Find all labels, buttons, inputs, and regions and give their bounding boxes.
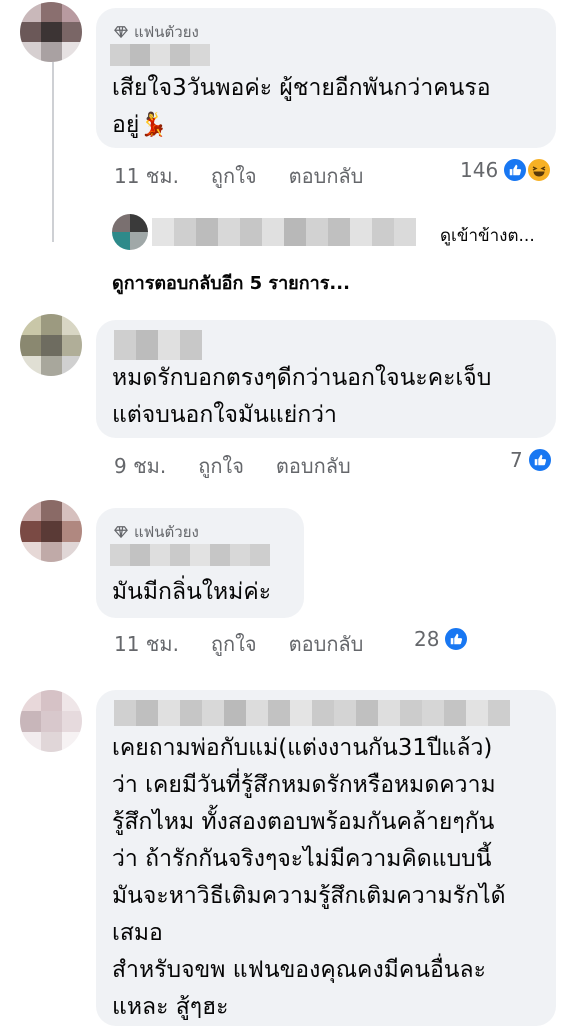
- comment-actions: 11 ชม. ถูกใจ ตอบกลับ: [114, 628, 363, 660]
- reply-name-blurred[interactable]: [152, 218, 416, 246]
- reaction-count: 7: [510, 448, 523, 472]
- comment-time[interactable]: 11 ชม.: [114, 160, 179, 192]
- commenter-name-blurred[interactable]: [114, 330, 202, 360]
- comment-actions: 9 ชม. ถูกใจ ตอบกลับ: [114, 450, 351, 482]
- like-button[interactable]: ถูกใจ: [211, 628, 257, 660]
- like-button[interactable]: ถูกใจ: [211, 160, 257, 192]
- top-fan-badge: แฟนตัวยง: [114, 520, 199, 544]
- commenter-name-blurred[interactable]: [110, 44, 210, 66]
- comment-actions: 11 ชม. ถูกใจ ตอบกลับ: [114, 160, 363, 192]
- view-more-replies-link[interactable]: ดูการตอบกลับอีก 5 รายการ...: [112, 268, 350, 297]
- avatar[interactable]: [20, 2, 82, 62]
- like-icon: [526, 447, 553, 473]
- like-button[interactable]: ถูกใจ: [198, 450, 244, 482]
- reply-preview[interactable]: ดูเข้าข้างต...: [440, 222, 535, 249]
- badge-label: แฟนตัวยง: [134, 523, 199, 541]
- reaction-summary[interactable]: 7: [510, 447, 553, 473]
- top-fan-badge: แฟนตัวยง: [114, 20, 199, 44]
- haha-icon: [526, 157, 553, 183]
- comment-time[interactable]: 9 ชม.: [114, 450, 166, 482]
- diamond-icon: [114, 526, 128, 539]
- commenter-name-blurred[interactable]: [114, 700, 510, 726]
- reaction-count: 146: [460, 158, 499, 182]
- like-icon: [443, 626, 470, 652]
- avatar[interactable]: [20, 690, 82, 752]
- diamond-icon: [114, 26, 128, 39]
- comment-text: มันมีกลิ่นใหม่ค่ะ: [112, 579, 272, 605]
- reply-preview-text: ดูเข้าข้างต...: [440, 226, 535, 246]
- commenter-name-blurred[interactable]: [110, 544, 270, 566]
- reply-avatar[interactable]: [112, 214, 148, 250]
- badge-label: แฟนตัวยง: [134, 23, 199, 41]
- reaction-summary[interactable]: 28: [414, 626, 470, 652]
- reaction-summary[interactable]: 146: [460, 157, 553, 183]
- comment-text: หมดรักบอกตรงๆดีกว่านอกใจนะคะเจ็บ แต่จบนอ…: [112, 365, 492, 428]
- avatar[interactable]: [20, 500, 82, 562]
- reply-button[interactable]: ตอบกลับ: [289, 628, 364, 660]
- reaction-count: 28: [414, 627, 440, 651]
- comment-time[interactable]: 11 ชม.: [114, 628, 179, 660]
- reply-button[interactable]: ตอบกลับ: [289, 160, 364, 192]
- comment-text: เสียใจ3วันพอค่ะ ผู้ชายอีกพันกว่าคนรอ อยู…: [112, 75, 491, 138]
- comment-text: เคยถามพ่อกับแม่(แต่งงานกัน31ปีแล้ว) ว่า …: [112, 735, 506, 1020]
- avatar[interactable]: [20, 314, 82, 376]
- like-icon: [502, 157, 529, 183]
- thread-line: [52, 62, 54, 242]
- reply-button[interactable]: ตอบกลับ: [276, 450, 351, 482]
